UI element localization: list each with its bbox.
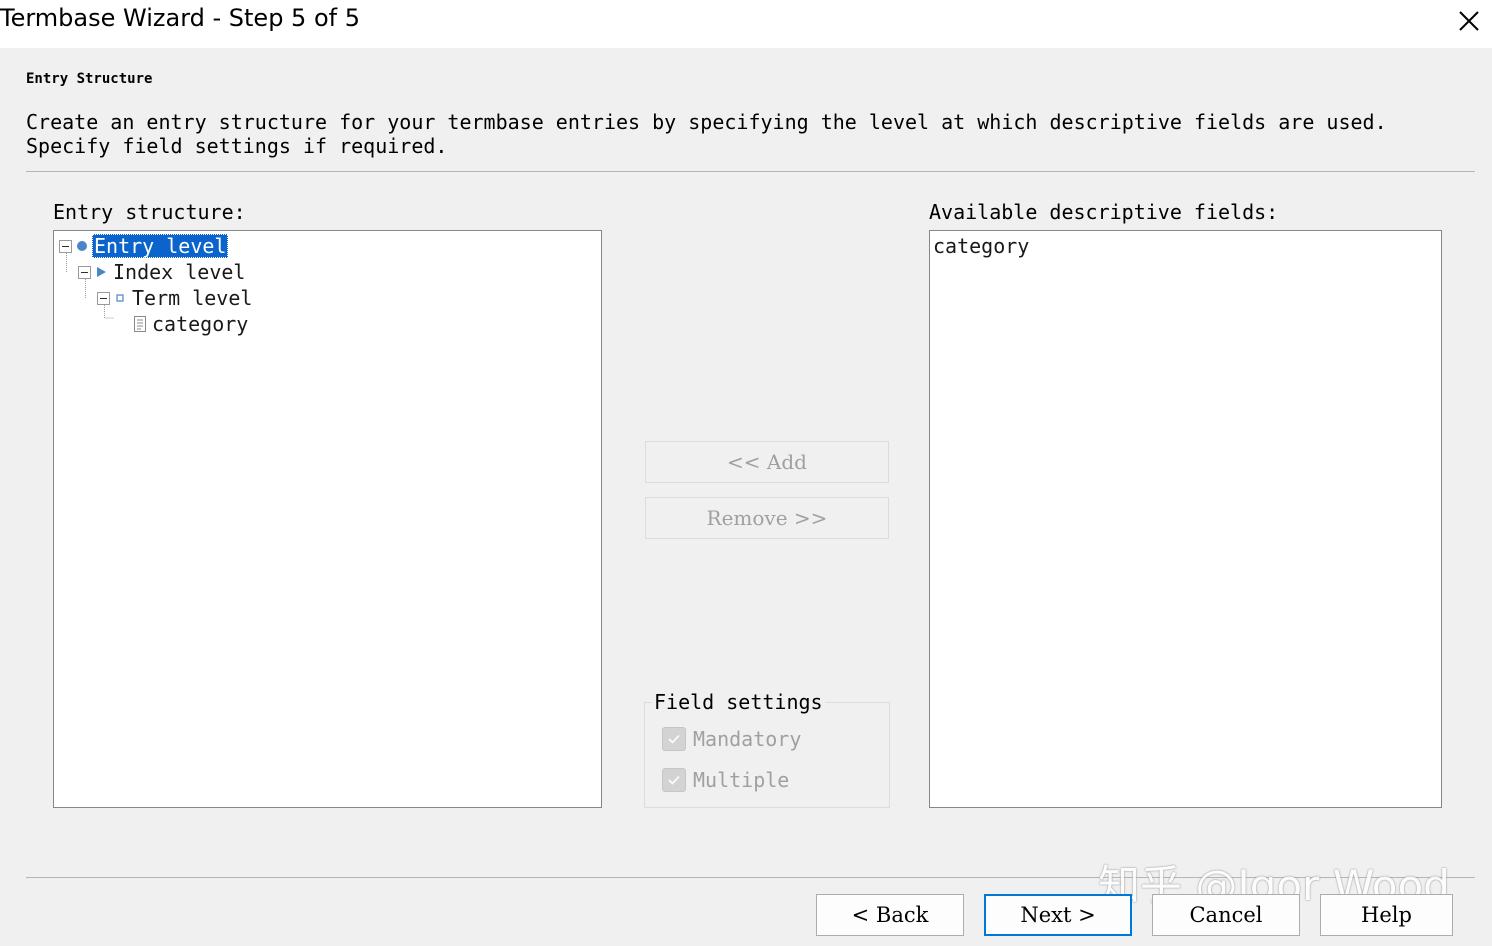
title-bar: Termbase Wizard - Step 5 of 5 bbox=[0, 0, 1492, 48]
step-description: Create an entry structure for your termb… bbox=[26, 110, 1466, 158]
field-settings-group bbox=[644, 702, 890, 808]
tree-node-entry-level[interactable]: Entry level bbox=[59, 233, 229, 259]
available-fields-label: Available descriptive fields: bbox=[929, 200, 1279, 224]
mandatory-label: Mandatory bbox=[693, 727, 802, 751]
multiple-label: Multiple bbox=[693, 768, 790, 792]
tree-node-label: category bbox=[152, 312, 249, 336]
checkmark-icon bbox=[668, 734, 680, 744]
tree-node-category[interactable]: category bbox=[133, 311, 250, 337]
triangle-icon bbox=[94, 265, 108, 279]
tree-node-label: Index level bbox=[113, 260, 246, 284]
step-title: Entry Structure bbox=[26, 71, 153, 87]
tree-node-label: Term level bbox=[132, 286, 253, 310]
window-title: Termbase Wizard - Step 5 of 5 bbox=[0, 4, 360, 32]
checkmark-icon bbox=[668, 775, 680, 785]
mandatory-checkbox-row[interactable]: Mandatory bbox=[662, 727, 801, 751]
field-document-icon bbox=[133, 316, 147, 332]
square-icon bbox=[113, 291, 127, 305]
available-fields-list[interactable]: category bbox=[929, 230, 1442, 808]
multiple-checkbox[interactable] bbox=[662, 768, 686, 792]
field-settings-legend: Field settings bbox=[652, 690, 825, 714]
entry-structure-label: Entry structure: bbox=[53, 200, 246, 224]
tree-node-term-level[interactable]: Term level bbox=[97, 285, 254, 311]
close-button[interactable] bbox=[1446, 0, 1492, 42]
collapse-icon[interactable] bbox=[78, 265, 91, 279]
back-button[interactable]: < Back bbox=[816, 894, 964, 936]
help-button[interactable]: Help bbox=[1320, 894, 1453, 936]
step-description-line-2: Specify field settings if required. bbox=[26, 134, 448, 158]
multiple-checkbox-row[interactable]: Multiple bbox=[662, 768, 789, 792]
step-description-line-1: Create an entry structure for your termb… bbox=[26, 110, 1387, 134]
add-button[interactable]: << Add bbox=[645, 441, 889, 483]
remove-button[interactable]: Remove >> bbox=[645, 497, 889, 539]
collapse-icon[interactable] bbox=[59, 239, 72, 253]
circle-icon bbox=[75, 239, 89, 253]
tree-node-label: Entry level bbox=[92, 234, 229, 258]
list-item[interactable]: category bbox=[933, 234, 1029, 258]
header-divider bbox=[26, 171, 1475, 172]
entry-structure-tree[interactable]: Entry level Index level Term level categ… bbox=[53, 230, 602, 808]
cancel-button[interactable]: Cancel bbox=[1152, 894, 1300, 936]
mandatory-checkbox[interactable] bbox=[662, 727, 686, 751]
collapse-icon[interactable] bbox=[97, 291, 110, 305]
close-icon bbox=[1459, 11, 1479, 31]
next-button[interactable]: Next > bbox=[984, 894, 1132, 936]
tree-node-index-level[interactable]: Index level bbox=[78, 259, 247, 285]
